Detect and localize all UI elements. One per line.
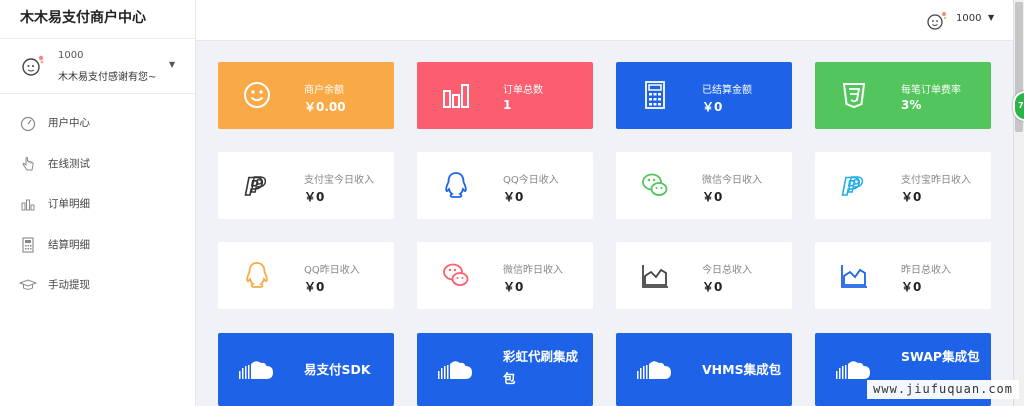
income-card-qq-yesterday[interactable]: QQ昨日收入 ￥0 xyxy=(218,242,394,309)
income-label: 支付宝昨日收入 xyxy=(901,175,971,186)
income-value: ￥0 xyxy=(901,190,922,204)
soundcloud-icon xyxy=(438,361,472,379)
income-card-wechat-today[interactable]: 微信今日收入 ￥0 xyxy=(616,152,792,219)
dashboard-icon xyxy=(20,116,36,132)
sdk-label: 易支付SDK xyxy=(304,362,371,377)
income-value: ￥0 xyxy=(702,190,723,204)
soundcloud-icon xyxy=(239,361,273,379)
income-label: 支付宝今日收入 xyxy=(304,175,374,186)
income-value: ￥0 xyxy=(503,280,524,294)
top-user-id: 1000 xyxy=(956,13,982,24)
wechat-icon xyxy=(443,263,469,286)
sidebar-item-label: 结算明细 xyxy=(48,238,90,251)
income-label: 微信昨日收入 xyxy=(503,265,563,276)
paypal-icon: P P xyxy=(244,172,267,200)
caret-down-icon[interactable]: ▼ xyxy=(169,60,175,69)
sidebar-item-label: 在线测试 xyxy=(48,157,90,170)
stat-value: ￥0.00 xyxy=(304,100,346,114)
avatar xyxy=(927,12,947,30)
css3-icon xyxy=(842,83,866,109)
hand-pointer-icon xyxy=(22,156,34,170)
soundcloud-icon xyxy=(836,361,870,379)
wechat-icon xyxy=(642,173,668,196)
stat-value: 3% xyxy=(901,98,922,112)
svg-text:P: P xyxy=(251,173,266,197)
stat-card-balance[interactable]: 商户余额 ￥0.00 xyxy=(218,62,394,129)
sdk-label: SWAP集成包 xyxy=(901,349,980,364)
sidebar-item-label: 订单明细 xyxy=(48,198,90,210)
top-navbar: 1000 ▼ xyxy=(196,0,1014,41)
calculator-icon xyxy=(645,81,665,109)
sidebar-item-order-detail[interactable]: 订单明细 xyxy=(0,187,195,228)
bar-chart-icon xyxy=(21,199,35,211)
income-value: ￥0 xyxy=(304,280,325,294)
sidebar-user-id: 1000 xyxy=(58,50,84,61)
watermark: www.jiufuquan.com xyxy=(867,380,1019,399)
area-chart-icon xyxy=(841,265,867,288)
sdk-label: 彩虹代刷集成包 xyxy=(503,349,579,386)
stat-label: 商户余额 xyxy=(304,85,344,96)
sidebar-menu: 用户中心 在线测试 订单明细 结算明细 手动提现 xyxy=(0,94,195,309)
scrollbar[interactable] xyxy=(1013,0,1024,406)
stat-value: 1 xyxy=(503,98,512,112)
stat-label: 已结算金额 xyxy=(702,85,752,96)
sidebar-user-panel[interactable]: 1000 木木易支付感谢有您~ ▼ xyxy=(0,39,195,94)
graduation-cap-icon xyxy=(19,279,37,290)
income-label: 昨日总收入 xyxy=(901,265,951,276)
sidebar-item-label: 手动提现 xyxy=(48,279,90,291)
sidebar-item-online-test[interactable]: 在线测试 xyxy=(0,147,195,188)
income-label: 微信今日收入 xyxy=(702,175,762,186)
income-label: 今日总收入 xyxy=(702,265,752,276)
floating-badge[interactable]: 70 xyxy=(1013,91,1024,121)
stat-label: 订单总数 xyxy=(503,85,543,96)
income-label: QQ今日收入 xyxy=(503,175,559,186)
stat-card-rate[interactable]: 每笔订单费率 3% xyxy=(815,62,991,129)
stat-label: 每笔订单费率 xyxy=(901,85,961,96)
qq-icon xyxy=(246,262,268,288)
calculator-icon xyxy=(22,236,34,253)
paypal-icon: P P xyxy=(841,172,864,200)
svg-text:P: P xyxy=(848,173,863,197)
sidebar-item-label: 用户中心 xyxy=(48,117,90,129)
soundcloud-icon xyxy=(637,361,671,379)
brand-title: 木木易支付商户中心 xyxy=(0,0,195,39)
income-card-alipay-yesterday[interactable]: P P 支付宝昨日收入 ￥0 xyxy=(815,152,991,219)
sdk-label: VHMS集成包 xyxy=(702,362,782,377)
income-card-alipay-today[interactable]: P P 支付宝今日收入 ￥0 xyxy=(218,152,394,219)
income-value: ￥0 xyxy=(702,280,723,294)
income-value: ￥0 xyxy=(503,190,524,204)
stat-value: ￥0 xyxy=(702,100,723,114)
sidebar-item-user-center[interactable]: 用户中心 xyxy=(0,106,195,147)
sidebar: 木木易支付商户中心 1000 木木易支付感谢有您~ ▼ 用户中心 在线测试 订单… xyxy=(0,0,196,406)
qq-icon xyxy=(445,172,467,198)
income-value: ￥0 xyxy=(304,190,325,204)
bar-chart-icon xyxy=(443,84,469,108)
sdk-card-epay[interactable]: 易支付SDK xyxy=(218,333,394,406)
sidebar-item-manual-withdraw[interactable]: 手动提现 xyxy=(0,268,195,309)
sidebar-user-name: 木木易支付感谢有您~ xyxy=(58,72,157,83)
stat-card-settled[interactable]: 已结算金额 ￥0 xyxy=(616,62,792,129)
income-label: QQ昨日收入 xyxy=(304,265,360,276)
stat-card-orders[interactable]: 订单总数 1 xyxy=(417,62,593,129)
sidebar-item-settlement-detail[interactable]: 结算明细 xyxy=(0,228,195,269)
area-chart-icon xyxy=(642,265,668,288)
caret-down-icon[interactable]: ▼ xyxy=(988,13,994,22)
income-card-total-today[interactable]: 今日总收入 ￥0 xyxy=(616,242,792,309)
income-card-total-yesterday[interactable]: 昨日总收入 ￥0 xyxy=(815,242,991,309)
income-value: ￥0 xyxy=(901,280,922,294)
income-card-wechat-yesterday[interactable]: 微信昨日收入 ￥0 xyxy=(417,242,593,309)
avatar xyxy=(22,55,44,76)
sdk-card-vhms[interactable]: VHMS集成包 xyxy=(616,333,792,406)
income-card-qq-today[interactable]: QQ今日收入 ￥0 xyxy=(417,152,593,219)
sdk-card-rainbow[interactable]: 彩虹代刷集成包 xyxy=(417,333,593,406)
smile-icon xyxy=(244,82,270,108)
